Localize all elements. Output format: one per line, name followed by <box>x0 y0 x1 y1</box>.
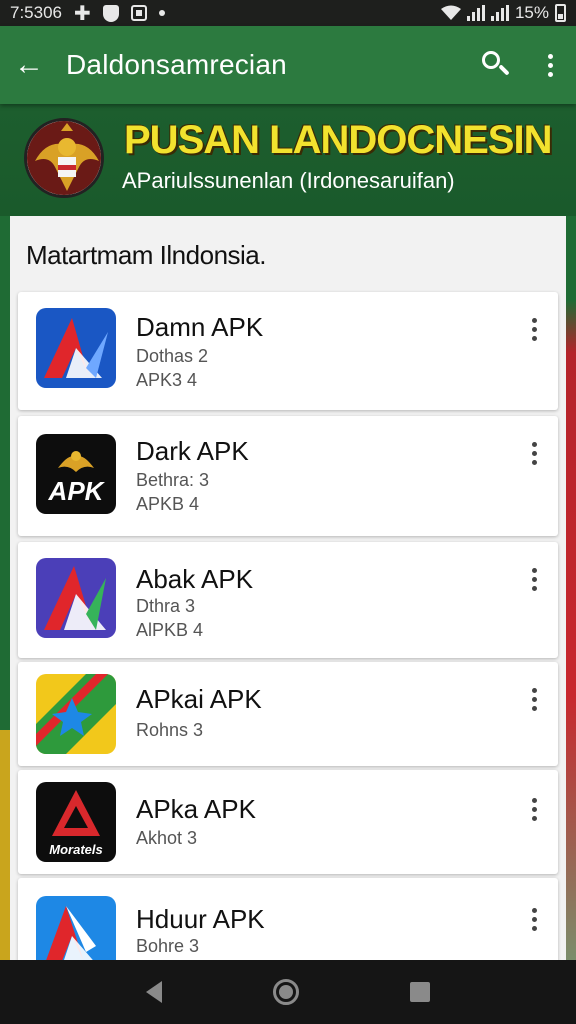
signal-icon-2 <box>490 5 509 21</box>
status-time: 7:5306 <box>10 3 62 22</box>
app-name: Abak APK <box>136 564 254 594</box>
green-yellow-star-icon <box>36 674 116 754</box>
garuda-apk-icon: APK <box>36 434 116 514</box>
list-item[interactable]: Abak APK Dthra 3 AlPKB 4 <box>18 542 558 658</box>
blue-triangle-icon <box>36 896 116 960</box>
item-more-icon[interactable] <box>522 798 546 821</box>
status-bar: 7:5306 ✚ 15% <box>0 0 576 26</box>
app-name: Dark APK <box>136 436 249 466</box>
red-triangle-icon: Moratels <box>36 782 116 862</box>
dot-icon <box>158 10 165 16</box>
item-more-icon[interactable] <box>522 908 546 931</box>
app-detail: Akhot 3 <box>136 828 198 848</box>
list-item[interactable]: Damn APK Dothas 2 APK3 4 <box>18 292 558 410</box>
app-name: Damn APK <box>136 312 264 342</box>
nav-back-icon[interactable] <box>145 981 162 1003</box>
signal-icon <box>466 5 485 21</box>
garuda-logo-icon <box>24 118 104 198</box>
battery-icon <box>555 4 566 22</box>
list-item[interactable]: APkai APK Rohns 3 <box>18 662 558 766</box>
item-more-icon[interactable] <box>522 568 546 591</box>
app-name: APkai APK <box>136 684 262 714</box>
header-banner: PUSAN LANDOCNESIN APariulssunenlan (Irdo… <box>0 104 576 216</box>
list-item[interactable]: Hduur APK Bohre 3 <box>18 878 558 960</box>
search-icon[interactable] <box>476 45 516 85</box>
square-icon <box>130 5 147 21</box>
item-more-icon[interactable] <box>522 318 546 341</box>
app-detail: Bethra: 3 <box>136 470 210 490</box>
item-more-icon[interactable] <box>522 442 546 465</box>
wifi-icon <box>440 5 461 20</box>
blue-triangle-icon <box>36 308 116 388</box>
apk-icon-text: APK <box>48 476 106 506</box>
more-vert-icon[interactable] <box>538 53 562 77</box>
moratels-icon-text: Moratels <box>49 842 102 857</box>
app-detail: Dothas 2 <box>136 346 209 366</box>
section-title: Matartmam Ilndonsia. <box>26 240 266 270</box>
battery-percent: 15% <box>514 3 549 22</box>
app-name: APka APK <box>136 794 256 824</box>
app-list-card: Matartmam Ilndonsia. Damn APK Dothas 2 A… <box>10 216 566 960</box>
app-detail: Bohre 3 <box>136 936 200 956</box>
app-detail: APK3 4 <box>136 370 198 390</box>
app-bar-title: Daldonsamrecian <box>66 49 287 80</box>
app-detail: Rohns 3 <box>136 720 204 740</box>
app-name: Hduur APK <box>136 904 265 934</box>
banner-subtitle: APariulssunenlan (Irdonesaruifan) <box>122 168 455 193</box>
app-detail: APKB 4 <box>136 494 200 514</box>
purple-triangle-icon <box>36 558 116 638</box>
banner-title: PUSAN LANDOCNESIN <box>124 118 552 162</box>
list-item[interactable]: APK Dark APK Bethra: 3 APKB 4 <box>18 416 558 536</box>
back-arrow-icon[interactable]: ← <box>14 48 66 82</box>
list-item[interactable]: Moratels APka APK Akhot 3 <box>18 770 558 874</box>
app-detail: Dthra 3 <box>136 596 196 616</box>
app-detail: AlPKB 4 <box>136 620 204 640</box>
nav-home-icon[interactable] <box>272 979 299 1005</box>
navigation-bar <box>0 960 576 1024</box>
nav-recents-icon[interactable] <box>410 982 431 1002</box>
app-bar: ← Daldonsamrecian <box>0 26 576 104</box>
item-more-icon[interactable] <box>522 688 546 711</box>
shield-icon <box>102 4 119 22</box>
plus-icon: ✚ <box>74 2 91 25</box>
